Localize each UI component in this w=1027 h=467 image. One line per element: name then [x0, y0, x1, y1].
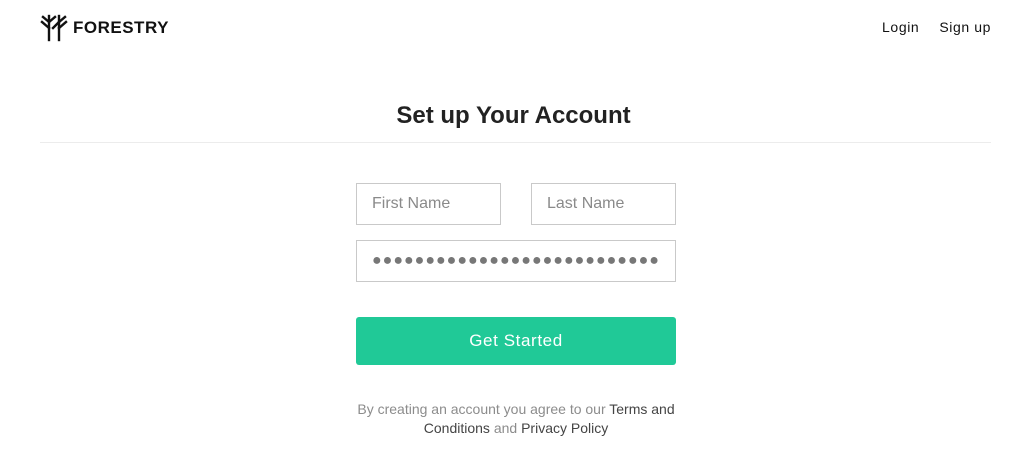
brand-name: FORESTRY [73, 18, 169, 37]
password-input[interactable] [356, 240, 676, 282]
title-divider [40, 142, 991, 143]
brand-logo-link[interactable]: FORESTRY [40, 14, 169, 42]
login-link[interactable]: Login [882, 19, 919, 35]
signup-page: FORESTRY Login Sign up Set up Your Accou… [0, 0, 1027, 467]
signup-link[interactable]: Sign up [939, 19, 991, 35]
first-name-input[interactable] [356, 183, 501, 225]
legal-notice: By creating an account you agree to our … [356, 400, 676, 438]
top-nav: Login Sign up [882, 19, 991, 35]
privacy-link[interactable]: Privacy Policy [521, 420, 608, 436]
legal-prefix: By creating an account you agree to our [357, 401, 610, 417]
page-title: Set up Your Account [396, 102, 631, 129]
get-started-button[interactable]: Get Started [356, 317, 676, 365]
forestry-tree-icon [40, 14, 68, 42]
legal-conjunction: and [489, 420, 522, 436]
last-name-input[interactable] [531, 183, 676, 225]
